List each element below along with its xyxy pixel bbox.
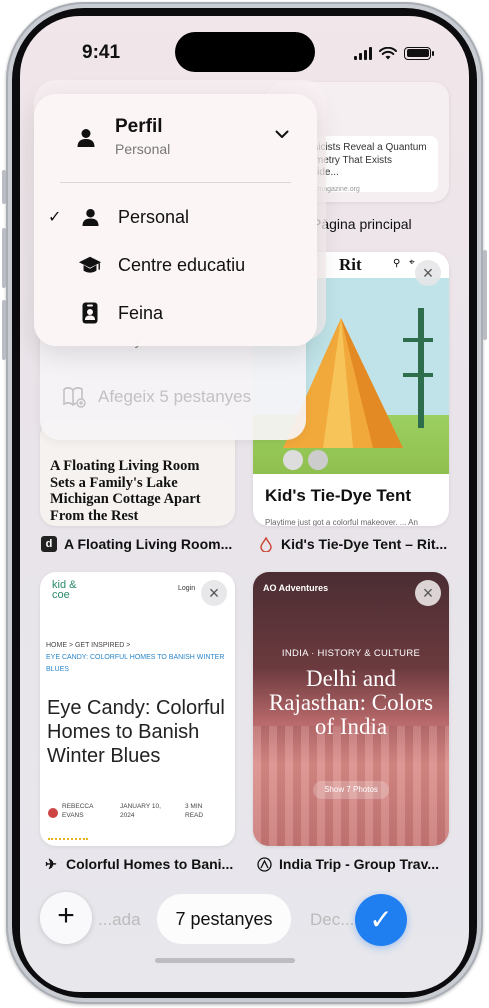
preview-title: A Floating Living Room Sets a Family's L…: [50, 458, 201, 524]
profile-option-school[interactable]: Centre educatiu: [34, 241, 317, 289]
tab-caption-india-trip: India Trip - Group Trav...: [256, 856, 439, 872]
preview-subtitle: Playtime just got a colorful makeover. .…: [265, 518, 418, 526]
airplane-icon: ✈: [45, 855, 57, 872]
chevron-down-icon: [275, 130, 289, 138]
close-tab-button[interactable]: ×: [201, 580, 227, 606]
breadcrumb: HOME > GET INSPIRED > EYE CANDY: COLORFU…: [46, 640, 232, 676]
person-icon: [77, 129, 95, 147]
action-button: [2, 170, 6, 204]
preview-tags: INDIA · HISTORY & CULTURE: [281, 648, 421, 659]
profile-option-work[interactable]: Feina: [34, 289, 317, 337]
book-add-icon: [63, 387, 86, 408]
profile-option-personal[interactable]: ✓ Personal: [34, 193, 317, 241]
preview-title: Delhi and Rajasthan: Colors of India: [268, 666, 434, 739]
show-photos-button: Show 7 Photos: [313, 781, 389, 799]
option-label: Personal: [118, 206, 190, 227]
new-tab-button[interactable]: +: [40, 892, 92, 944]
ao-favicon-icon: [256, 856, 272, 872]
status-icons: [354, 46, 434, 60]
person-icon: [78, 208, 102, 227]
tab-caption-rit: Kid's Tie-Dye Tent – Rit...: [258, 536, 447, 552]
decorative-squiggle: [48, 834, 88, 840]
author-name: REBECCA EVANS: [62, 803, 94, 819]
preview-title: Eye Candy: Colorful Homes to Banish Wint…: [47, 697, 225, 767]
close-tab-button[interactable]: ×: [415, 260, 441, 286]
breadcrumb-home: HOME > GET INSPIRED >: [46, 642, 131, 649]
close-tab-button[interactable]: ×: [415, 580, 441, 606]
tab-card-colorful-homes[interactable]: kid & coe Login × HOME > GET INSPIRED > …: [40, 572, 235, 846]
segment-private[interactable]: ...ada: [98, 910, 141, 930]
add-tabs-menu-item[interactable]: Afegeix 5 pestanyes: [62, 386, 251, 408]
tab-count-segment[interactable]: 7 pestanyes: [157, 894, 291, 944]
done-button[interactable]: ✓: [355, 894, 407, 946]
segment-profile[interactable]: Dec...: [310, 910, 354, 930]
location-icon: ⌖: [409, 257, 415, 268]
profile-title: Perfil: [115, 116, 163, 137]
badge-icon: [78, 302, 102, 324]
profile-popup: Perfil Personal ✓ Personal Centre educat…: [34, 94, 317, 346]
caption-text: A Floating Living Room...: [64, 536, 233, 552]
publish-date: JANUARY 10, 2024: [120, 803, 161, 819]
side-button: [483, 250, 487, 340]
ao-adventures-logo: AO Adventures: [263, 583, 329, 593]
caption-text: India Trip - Group Trav...: [279, 856, 439, 872]
read-time: 3 MIN READ: [185, 803, 204, 819]
divider: [60, 182, 291, 183]
tab-caption-floating-living-room: d A Floating Living Room...: [41, 536, 232, 552]
home-indicator[interactable]: [155, 958, 295, 963]
tab-card-india-trip[interactable]: AO Adventures × INDIA · HISTORY & CULTUR…: [253, 572, 449, 846]
profile-header[interactable]: Perfil Personal: [34, 94, 317, 182]
author-avatar: [48, 808, 58, 818]
option-label: Centre educatiu: [118, 254, 246, 275]
dynamic-island: [175, 32, 315, 72]
volume-up-button: [2, 228, 6, 288]
kidandcoe-logo: kid & coe: [52, 579, 77, 601]
checkmark-icon: ✓: [48, 209, 62, 226]
rit-logo: Rit: [339, 255, 362, 274]
plus-icon: +: [57, 899, 75, 932]
dwell-favicon-icon: d: [41, 536, 57, 552]
wifi-icon: [379, 46, 397, 59]
caption-text: Kid's Tie-Dye Tent – Rit...: [281, 536, 448, 552]
preview-title: Kid's Tie-Dye Tent: [265, 486, 412, 505]
signal-icon: [354, 46, 372, 60]
caption-text: Pàgina principal: [312, 216, 412, 232]
tab-caption-colorful-homes: ✈ Colorful Homes to Bani...: [43, 855, 234, 873]
breadcrumb-current: EYE CANDY: COLORFUL HOMES TO BANISH WINT…: [46, 654, 225, 673]
graduation-cap-icon: [78, 255, 102, 275]
caption-text: Colorful Homes to Bani...: [66, 856, 234, 872]
tab-caption-home: Pàgina principal: [312, 216, 412, 232]
profile-subtitle: Personal: [115, 141, 171, 157]
battery-icon: [404, 46, 434, 60]
option-label: Feina: [118, 302, 164, 323]
add-tabs-label: Afegeix 5 pestanyes: [98, 387, 252, 406]
status-time: 9:41: [82, 42, 121, 63]
login-link: Login: [178, 585, 196, 592]
checkmark-icon: ✓: [369, 904, 393, 935]
rit-favicon-icon: [258, 536, 274, 552]
volume-down-button: [2, 300, 6, 360]
search-icon: ⚲: [393, 258, 401, 269]
